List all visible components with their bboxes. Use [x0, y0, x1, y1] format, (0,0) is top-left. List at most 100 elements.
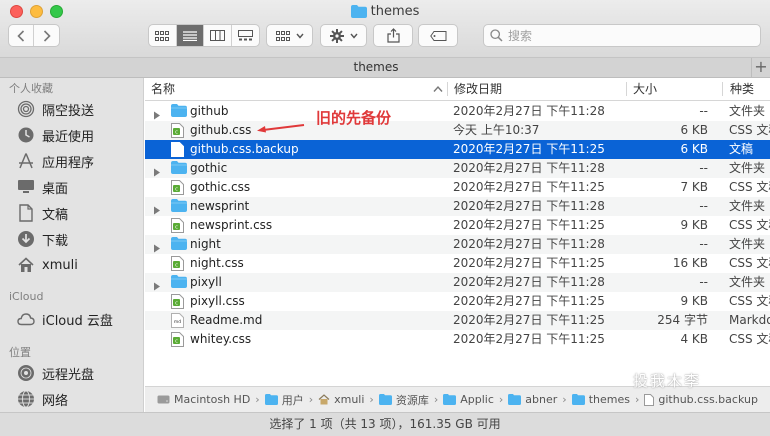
path-crumb-label: 资源库: [395, 393, 429, 407]
share-icon: [386, 28, 400, 43]
file-size: 6 KB: [680, 123, 708, 137]
icon-view-button[interactable]: [149, 25, 177, 46]
disc-icon: [17, 364, 35, 382]
clock-icon: [17, 126, 35, 144]
disclosure-triangle-icon[interactable]: [153, 107, 161, 120]
folder-icon: [171, 237, 187, 252]
new-tab-button[interactable]: +: [751, 58, 770, 77]
path-crumb[interactable]: 用户: [264, 392, 304, 408]
watermark: 投我木李: [633, 372, 702, 390]
disclosure-triangle-icon[interactable]: [153, 240, 161, 253]
path-crumb[interactable]: Macintosh HD: [157, 393, 250, 406]
file-date: 2020年2月27日 下午11:28: [453, 199, 605, 213]
column-view-button[interactable]: [204, 25, 232, 46]
file-row[interactable]: c night.css 2020年2月27日 下午11:25 16 KB CSS 文稿: [145, 254, 770, 273]
back-button[interactable]: [9, 25, 34, 46]
file-row[interactable]: c pixyll.css 2020年2月27日 下午11:25 9 KB CSS 文稿: [145, 292, 770, 311]
group-by-button[interactable]: [266, 24, 313, 47]
documents-icon: [17, 204, 35, 222]
svg-text:c: c: [175, 187, 178, 193]
folder-icon: [264, 394, 278, 405]
folder-row[interactable]: newsprint 2020年2月27日 下午11:28 -- 文件夹: [145, 197, 770, 216]
path-crumb[interactable]: abner: [508, 393, 557, 406]
forward-button[interactable]: [34, 25, 59, 46]
sidebar-item-recents[interactable]: 最近使用: [17, 125, 94, 145]
tag-icon: [429, 30, 446, 41]
file-row[interactable]: md Readme.md 2020年2月27日 下午11:25 254 字节 Markd…: [145, 311, 770, 330]
home-icon: [318, 394, 330, 405]
file-date: 2020年2月27日 下午11:25: [453, 256, 605, 270]
search-icon: [490, 29, 503, 42]
path-crumb[interactable]: github.css.backup: [644, 393, 758, 406]
file-row[interactable]: c gothic.css 2020年2月27日 下午11:25 7 KB CSS 文稿: [145, 178, 770, 197]
icloud-icon: [17, 310, 35, 328]
sidebar-item-applications[interactable]: 应用程序: [17, 151, 94, 171]
title-bar: themes 搜索: [0, 0, 770, 58]
window-title: themes: [0, 2, 770, 22]
folder-row[interactable]: night 2020年2月27日 下午11:28 -- 文件夹: [145, 235, 770, 254]
file-kind: 文件夹: [729, 104, 766, 118]
search-field[interactable]: 搜索: [483, 24, 761, 47]
file-size: --: [699, 275, 708, 289]
window-title-text: themes: [370, 4, 420, 19]
disclosure-triangle-icon[interactable]: [153, 202, 161, 215]
path-crumb[interactable]: 资源库: [378, 392, 429, 408]
sidebar-item-icloud-drive[interactable]: iCloud 云盘: [17, 309, 113, 329]
path-crumb[interactable]: xmuli: [318, 393, 364, 406]
file-row[interactable]: c github.css 今天 上午10:37 6 KB CSS 文稿: [145, 121, 770, 140]
css-file-icon: c: [171, 218, 186, 233]
folder-row[interactable]: gothic 2020年2月27日 下午11:28 -- 文件夹: [145, 159, 770, 178]
sidebar-item-downloads[interactable]: 下载: [17, 229, 68, 249]
disclosure-triangle-icon[interactable]: [153, 164, 161, 177]
folder-row[interactable]: github 2020年2月27日 下午11:28 -- 文件夹: [145, 102, 770, 121]
disclosure-triangle-icon[interactable]: [153, 278, 161, 291]
annotation-arrow: [257, 124, 305, 133]
chevron-left-icon: [17, 29, 25, 42]
path-crumb-label: Applic: [460, 393, 494, 406]
sidebar-item-documents[interactable]: 文稿: [17, 203, 68, 223]
folder-icon: [171, 104, 187, 119]
applications-icon: [17, 152, 35, 170]
document-icon: [644, 393, 655, 406]
action-menu-button[interactable]: [320, 24, 367, 47]
sidebar-item-home[interactable]: xmuli: [17, 255, 78, 275]
folder-icon: [571, 394, 585, 405]
chevron-right-icon: [43, 29, 51, 42]
share-button[interactable]: [373, 24, 413, 47]
sidebar-item-airdrop[interactable]: 隔空投送: [17, 99, 94, 119]
column-size[interactable]: 大小: [633, 78, 657, 100]
chevron-right-icon: ›: [433, 393, 439, 406]
file-kind: CSS 文稿: [729, 294, 770, 308]
column-name[interactable]: 名称: [151, 78, 175, 100]
column-separator: [447, 82, 448, 96]
gallery-view-button[interactable]: [232, 25, 259, 46]
file-row[interactable]: c newsprint.css 2020年2月27日 下午11:25 9 KB CSS …: [145, 216, 770, 235]
file-row[interactable]: github.css.backup 2020年2月27日 下午11:25 6 KB 文…: [145, 140, 770, 159]
sidebar-item-remote-disc[interactable]: 远程光盘: [17, 363, 94, 383]
sidebar-item-label: 应用程序: [42, 155, 95, 171]
file-date: 2020年2月27日 下午11:28: [453, 104, 605, 118]
file-kind: CSS 文稿: [729, 332, 770, 346]
svg-text:c: c: [175, 225, 178, 231]
file-row[interactable]: c whitey.css 2020年2月27日 下午11:25 4 KB CSS 文稿: [145, 330, 770, 349]
path-crumb[interactable]: themes: [571, 393, 630, 406]
sidebar-item-network[interactable]: 网络: [17, 389, 68, 409]
folder-icon: [171, 199, 187, 214]
file-kind: CSS 文稿: [729, 123, 770, 137]
file-name: github.css.backup: [190, 142, 299, 156]
column-kind[interactable]: 种类: [730, 78, 754, 100]
sidebar-item-label: iCloud 云盘: [42, 313, 113, 329]
tab-themes[interactable]: themes: [0, 58, 752, 77]
sidebar-item-desktop[interactable]: 桌面: [17, 177, 68, 197]
tab-bar: themes +: [0, 58, 770, 78]
list-view-button[interactable]: [176, 25, 204, 46]
svg-text:c: c: [175, 130, 178, 136]
annotation-text: 旧的先备份: [316, 109, 392, 127]
column-date[interactable]: 修改日期: [454, 78, 502, 100]
file-kind: 文件夹: [729, 161, 766, 175]
sidebar-item-label: 桌面: [42, 181, 69, 197]
tags-button[interactable]: [418, 24, 458, 47]
folder-row[interactable]: pixyll 2020年2月27日 下午11:28 -- 文件夹: [145, 273, 770, 292]
chevron-right-icon: ›: [255, 393, 260, 406]
path-crumb[interactable]: Applic: [443, 393, 494, 406]
